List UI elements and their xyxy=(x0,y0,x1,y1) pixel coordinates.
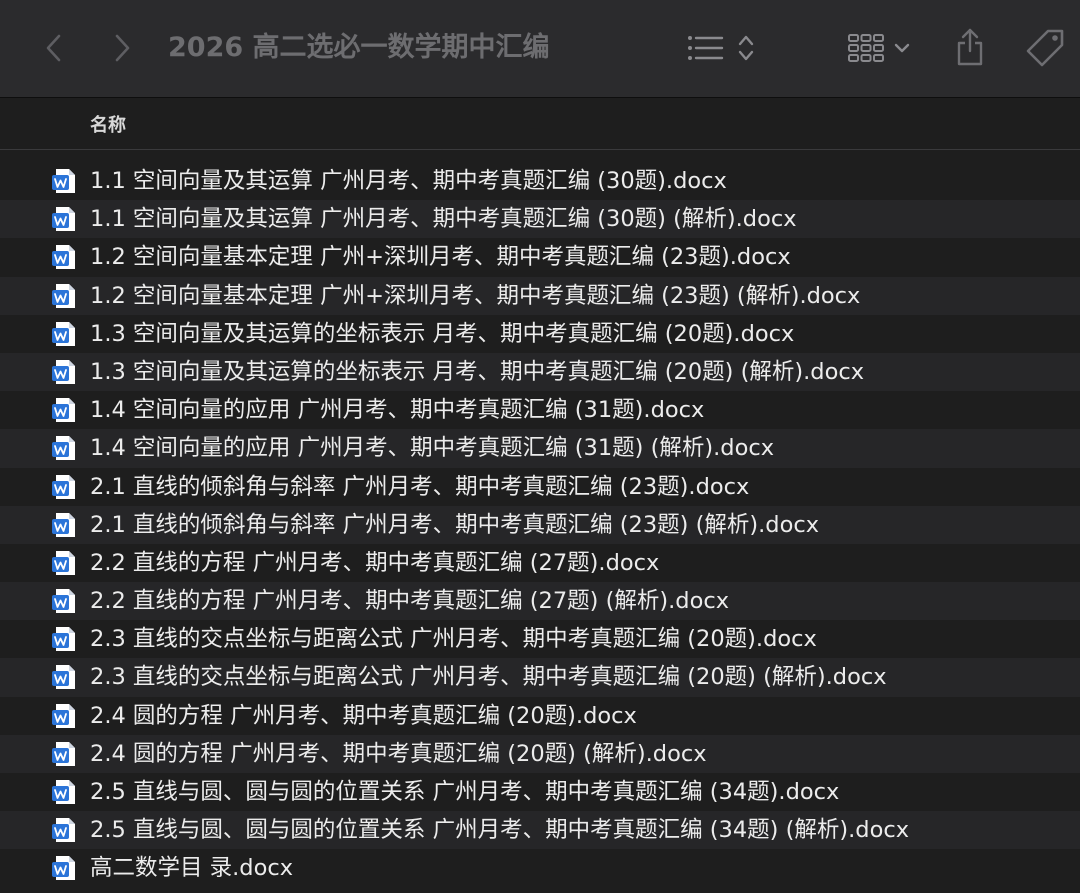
file-row[interactable]: 1.2 空间向量基本定理 广州+深圳月考、期中考真题汇编 (23题) (解析).… xyxy=(0,276,1080,315)
file-name: 2.3 直线的交点坐标与距离公式 广州月考、期中考真题汇编 (20题).docx xyxy=(90,626,817,653)
word-doc-icon xyxy=(51,779,77,805)
tag-button[interactable] xyxy=(1022,26,1068,70)
file-row[interactable]: 1.1 空间向量及其运算 广州月考、期中考真题汇编 (30题).docx xyxy=(0,162,1080,200)
file-row[interactable]: 高二数学目 录.docx xyxy=(0,849,1080,887)
back-button[interactable] xyxy=(36,30,72,66)
list-icon xyxy=(688,36,724,60)
share-button[interactable] xyxy=(950,24,990,70)
chevron-down-icon xyxy=(894,43,910,53)
tag-icon xyxy=(1026,29,1064,67)
word-doc-icon xyxy=(51,855,77,881)
share-icon xyxy=(957,28,983,66)
file-row[interactable]: 2.2 直线的方程 广州月考、期中考真题汇编 (27题) (解析).docx xyxy=(0,582,1080,621)
word-doc-icon xyxy=(51,359,77,385)
file-name: 2.4 圆的方程 广州月考、期中考真题汇编 (20题) (解析).docx xyxy=(90,740,707,767)
file-name: 2.2 直线的方程 广州月考、期中考真题汇编 (27题).docx xyxy=(90,549,660,576)
finder-window: 2026 高二选必一数学期中汇编 名称 1.1 空间向量及其运算 广州月考、期中… xyxy=(0,0,1080,893)
file-name: 高二数学目 录.docx xyxy=(90,855,294,882)
word-doc-icon xyxy=(51,435,77,461)
word-doc-icon xyxy=(51,588,77,614)
file-list: 1.1 空间向量及其运算 广州月考、期中考真题汇编 (30题).docx 1.1 … xyxy=(0,162,1080,888)
file-row[interactable]: 1.4 空间向量的应用 广州月考、期中考真题汇编 (31题).docx xyxy=(0,391,1080,429)
file-row[interactable]: 2.1 直线的倾斜角与斜率 广州月考、期中考真题汇编 (23题) (解析).do… xyxy=(0,505,1080,544)
word-doc-icon xyxy=(51,626,77,652)
chevron-right-icon xyxy=(115,34,130,62)
file-row[interactable]: 1.2 空间向量基本定理 广州+深圳月考、期中考真题汇编 (23题).docx xyxy=(0,238,1080,276)
file-row[interactable]: 1.4 空间向量的应用 广州月考、期中考真题汇编 (31题) (解析).docx xyxy=(0,429,1080,468)
word-doc-icon xyxy=(51,512,77,538)
word-doc-icon xyxy=(51,741,77,767)
file-name: 2.1 直线的倾斜角与斜率 广州月考、期中考真题汇编 (23题).docx xyxy=(90,473,750,500)
file-row[interactable]: 1.1 空间向量及其运算 广州月考、期中考真题汇编 (30题) (解析).doc… xyxy=(0,200,1080,239)
list-view-button[interactable] xyxy=(684,28,758,68)
word-doc-icon xyxy=(51,664,77,690)
forward-button[interactable] xyxy=(104,30,140,66)
file-row[interactable]: 2.1 直线的倾斜角与斜率 广州月考、期中考真题汇编 (23题).docx xyxy=(0,468,1080,506)
file-row[interactable]: 2.3 直线的交点坐标与距离公式 广州月考、期中考真题汇编 (20题).docx xyxy=(0,620,1080,658)
group-view-button[interactable] xyxy=(842,28,916,68)
file-row[interactable]: 1.3 空间向量及其运算的坐标表示 月考、期中考真题汇编 (20题) (解析).… xyxy=(0,352,1080,392)
file-name: 2.1 直线的倾斜角与斜率 广州月考、期中考真题汇编 (23题) (解析).do… xyxy=(90,511,820,538)
sort-updown-icon xyxy=(738,35,754,61)
file-row[interactable]: 2.2 直线的方程 广州月考、期中考真题汇编 (27题).docx xyxy=(0,544,1080,582)
file-name: 1.2 空间向量基本定理 广州+深圳月考、期中考真题汇编 (23题) (解析).… xyxy=(90,282,861,309)
word-doc-icon xyxy=(51,703,77,729)
file-row[interactable]: 2.5 直线与圆、圆与圆的位置关系 广州月考、期中考真题汇编 (34题) (解析… xyxy=(0,811,1080,850)
word-doc-icon xyxy=(51,168,77,194)
word-doc-icon xyxy=(51,817,77,843)
file-name: 2.5 直线与圆、圆与圆的位置关系 广州月考、期中考真题汇编 (34题) (解析… xyxy=(90,817,910,844)
file-row[interactable]: 2.4 圆的方程 广州月考、期中考真题汇编 (20题).docx xyxy=(0,697,1080,735)
file-row[interactable]: 2.4 圆的方程 广州月考、期中考真题汇编 (20题) (解析).docx xyxy=(0,734,1080,773)
word-doc-icon xyxy=(51,397,77,423)
file-row[interactable]: 2.5 直线与圆、圆与圆的位置关系 广州月考、期中考真题汇编 (34题).doc… xyxy=(0,773,1080,811)
chevron-left-icon xyxy=(46,34,61,62)
file-name: 1.2 空间向量基本定理 广州+深圳月考、期中考真题汇编 (23题).docx xyxy=(90,244,791,271)
file-name: 1.1 空间向量及其运算 广州月考、期中考真题汇编 (30题).docx xyxy=(90,168,727,194)
file-name: 2.3 直线的交点坐标与距离公式 广州月考、期中考真题汇编 (20题) (解析)… xyxy=(90,664,887,691)
column-header: 名称 xyxy=(0,99,1080,150)
file-name: 1.4 空间向量的应用 广州月考、期中考真题汇编 (31题).docx xyxy=(90,397,705,424)
file-name: 2.4 圆的方程 广州月考、期中考真题汇编 (20题).docx xyxy=(90,702,637,729)
word-doc-icon xyxy=(51,474,77,500)
file-name: 1.3 空间向量及其运算的坐标表示 月考、期中考真题汇编 (20题).docx xyxy=(90,320,795,347)
name-column-header[interactable]: 名称 xyxy=(90,111,126,137)
file-row[interactable]: 1.3 空间向量及其运算的坐标表示 月考、期中考真题汇编 (20题).docx xyxy=(0,315,1080,353)
file-name: 2.5 直线与圆、圆与圆的位置关系 广州月考、期中考真题汇编 (34题).doc… xyxy=(90,779,840,805)
file-name: 1.3 空间向量及其运算的坐标表示 月考、期中考真题汇编 (20题) (解析).… xyxy=(90,358,865,385)
file-name: 1.4 空间向量的应用 广州月考、期中考真题汇编 (31题) (解析).docx xyxy=(90,435,775,462)
file-name: 1.1 空间向量及其运算 广州月考、期中考真题汇编 (30题) (解析).doc… xyxy=(90,206,797,233)
word-doc-icon xyxy=(51,321,77,347)
file-name: 2.2 直线的方程 广州月考、期中考真题汇编 (27题) (解析).docx xyxy=(90,588,730,615)
toolbar: 2026 高二选必一数学期中汇编 xyxy=(0,0,1080,98)
word-doc-icon xyxy=(51,244,77,270)
word-doc-icon xyxy=(51,206,77,232)
word-doc-icon xyxy=(51,550,77,576)
file-row[interactable]: 2.3 直线的交点坐标与距离公式 广州月考、期中考真题汇编 (20题) (解析)… xyxy=(0,658,1080,697)
word-doc-icon xyxy=(51,283,77,309)
grid-icon xyxy=(848,34,884,62)
window-title: 2026 高二选必一数学期中汇编 xyxy=(168,32,550,63)
